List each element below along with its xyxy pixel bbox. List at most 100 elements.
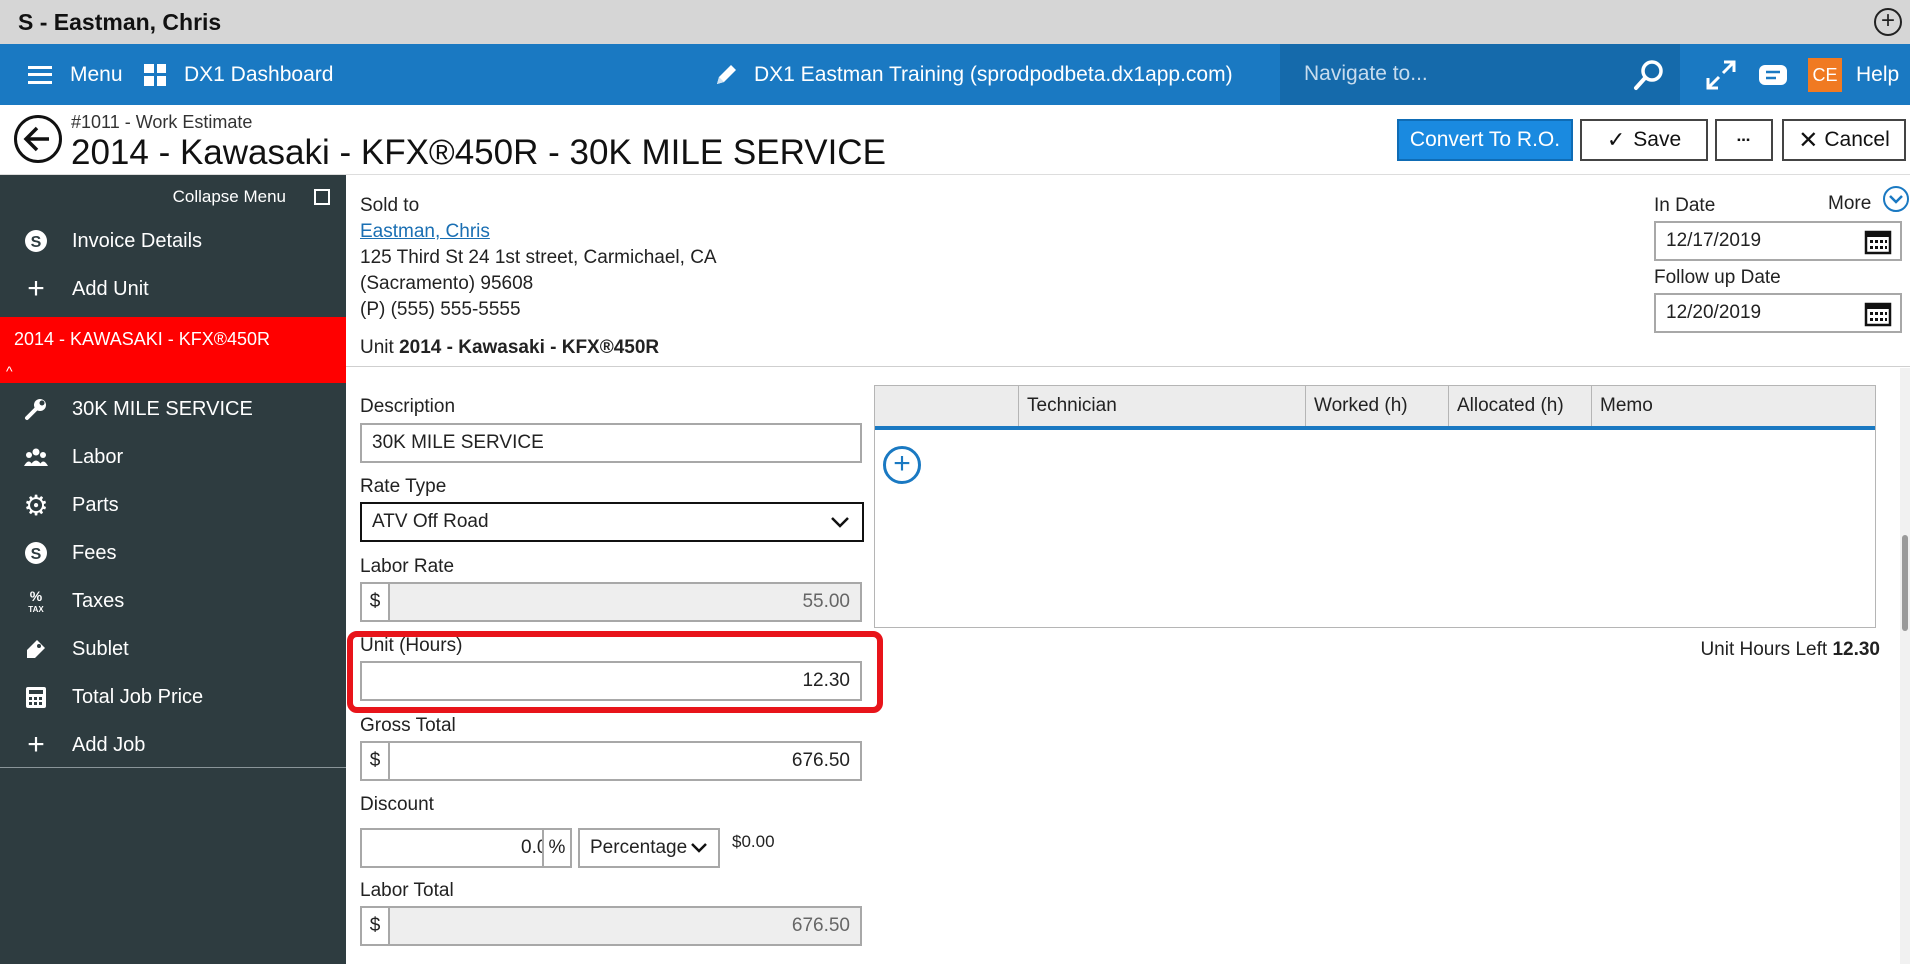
sidebar-item-label: Taxes bbox=[72, 589, 125, 612]
svg-text:S: S bbox=[31, 546, 42, 563]
cancel-label: Cancel bbox=[1824, 128, 1890, 151]
discount-unit: % bbox=[542, 828, 572, 868]
discount-type-value: Percentage bbox=[590, 837, 688, 858]
labor-total-value: 676.50 bbox=[791, 915, 850, 936]
unit-hours-left-value: 12.30 bbox=[1832, 639, 1880, 660]
page-title: 2014 - Kawasaki - KFX®450R - 30K MILE SE… bbox=[71, 133, 886, 172]
in-date-field[interactable]: 12/17/2019 bbox=[1654, 221, 1902, 261]
technician-table: Technician Worked (h) Allocated (h) Memo… bbox=[874, 385, 1876, 628]
hamburger-icon bbox=[28, 65, 52, 84]
follow-up-date-field[interactable]: 12/20/2019 bbox=[1654, 293, 1902, 333]
sidebar-item-label: Invoice Details bbox=[72, 229, 203, 252]
sidebar-item-add-job[interactable]: + Add Job bbox=[0, 721, 346, 769]
unit-summary: Unit 2014 - Kawasaki - KFX®450R bbox=[360, 337, 659, 359]
rate-type-select[interactable]: ATV Off Road bbox=[360, 502, 864, 542]
gear-icon: ⚙ bbox=[23, 489, 49, 521]
column-header-technician[interactable]: Technician bbox=[1018, 386, 1305, 426]
sidebar-item-add-unit[interactable]: + Add Unit bbox=[0, 265, 346, 313]
discount-unit-label: % bbox=[548, 837, 566, 858]
scrollbar-thumb[interactable] bbox=[1902, 535, 1908, 631]
sidebar-item-labor[interactable]: Labor bbox=[0, 433, 346, 481]
sidebar-item-label: Sublet bbox=[72, 637, 129, 660]
add-technician-icon[interactable]: + bbox=[883, 446, 921, 484]
chevron-down-icon[interactable] bbox=[1882, 185, 1910, 213]
add-tab-icon[interactable]: + bbox=[1874, 8, 1902, 36]
convert-to-ro-button[interactable]: Convert To R.O. bbox=[1397, 119, 1573, 161]
sidebar-item-unit[interactable]: 2014 - KAWASAKI - KFX®450R ^ bbox=[0, 317, 346, 383]
user-avatar[interactable]: CE bbox=[1808, 58, 1842, 92]
scrollbar[interactable] bbox=[1900, 368, 1910, 964]
sidebar-divider bbox=[0, 767, 346, 768]
top-navigation: Menu DX1 Dashboard DX1 Eastman Training … bbox=[0, 44, 1910, 105]
labor-rate-label: Labor Rate bbox=[360, 556, 455, 577]
follow-up-date-value: 12/20/2019 bbox=[1666, 302, 1762, 323]
sidebar-item-fees[interactable]: S Fees bbox=[0, 529, 346, 577]
sidebar-item-label: 2014 - KAWASAKI - KFX®450R bbox=[14, 329, 271, 349]
description-input[interactable]: 30K MILE SERVICE bbox=[360, 423, 862, 463]
column-header-allocated[interactable]: Allocated (h) bbox=[1448, 386, 1591, 426]
follow-up-date-label: Follow up Date bbox=[1654, 267, 1781, 288]
window-titlebar: S - Eastman, Chris + bbox=[0, 0, 1910, 44]
close-icon: ✕ bbox=[1798, 126, 1819, 154]
customer-name-link[interactable]: Eastman, Chris bbox=[360, 221, 490, 243]
discount-input[interactable]: 0.00 bbox=[360, 828, 570, 868]
collapse-menu-button[interactable]: Collapse Menu bbox=[0, 175, 346, 219]
cancel-button[interactable]: ✕ Cancel bbox=[1782, 119, 1906, 161]
column-header-select bbox=[875, 386, 1018, 426]
window-title: S - Eastman, Chris bbox=[18, 9, 222, 35]
page-header: #1011 - Work Estimate 2014 - Kawasaki - … bbox=[0, 105, 1910, 175]
customer-address-line2: (Sacramento) 95608 bbox=[360, 273, 534, 294]
unit-prefix: Unit bbox=[360, 337, 394, 358]
column-header-memo[interactable]: Memo bbox=[1591, 386, 1875, 426]
currency-symbol: $ bbox=[362, 584, 390, 620]
calculator-icon bbox=[18, 679, 54, 715]
discount-type-select[interactable]: Percentage bbox=[578, 828, 720, 868]
unit-hours-highlight bbox=[347, 631, 883, 713]
chevron-up-icon[interactable]: ^ bbox=[6, 363, 13, 379]
more-options-button[interactable]: ▪▪▪ bbox=[1715, 119, 1773, 161]
back-button[interactable] bbox=[14, 115, 62, 163]
description-value: 30K MILE SERVICE bbox=[372, 432, 544, 453]
save-button[interactable]: ✓ Save bbox=[1580, 119, 1708, 161]
menu-button[interactable]: Menu bbox=[28, 44, 123, 105]
in-date-label: In Date bbox=[1654, 195, 1716, 216]
more-label: More bbox=[1828, 193, 1872, 214]
navigate-search bbox=[1280, 44, 1680, 105]
labor-rate-field: $ 55.00 bbox=[360, 582, 862, 622]
sidebar-item-taxes[interactable]: % TAX Taxes bbox=[0, 577, 346, 625]
section-divider bbox=[346, 366, 1910, 367]
currency-symbol: $ bbox=[362, 743, 390, 779]
collapse-icon bbox=[314, 189, 330, 205]
sidebar-item-30k-mile-service[interactable]: 30K MILE SERVICE bbox=[0, 385, 346, 433]
rate-type-label: Rate Type bbox=[360, 476, 447, 497]
fullscreen-icon[interactable] bbox=[1704, 58, 1738, 92]
column-header-worked[interactable]: Worked (h) bbox=[1305, 386, 1448, 426]
chat-icon[interactable] bbox=[1756, 58, 1790, 92]
tag-icon bbox=[18, 631, 54, 667]
gross-total-value: 676.50 bbox=[791, 750, 850, 771]
plus-icon: + bbox=[27, 728, 45, 761]
discount-amount: $0.00 bbox=[732, 832, 775, 851]
sidebar-item-sublet[interactable]: Sublet bbox=[0, 625, 346, 673]
more-toggle[interactable]: More bbox=[1828, 193, 1871, 215]
sidebar-item-label: 30K MILE SERVICE bbox=[72, 397, 253, 420]
rate-type-value: ATV Off Road bbox=[372, 511, 489, 532]
sold-to-label: Sold to bbox=[360, 195, 420, 216]
calendar-icon[interactable] bbox=[1864, 301, 1892, 327]
chevron-down-icon bbox=[691, 843, 707, 853]
sidebar-item-parts[interactable]: ⚙ Parts bbox=[0, 481, 346, 529]
gross-total-field[interactable]: $ 676.50 bbox=[360, 741, 862, 781]
navigate-input[interactable] bbox=[1304, 58, 1604, 90]
site-switcher[interactable]: DX1 Eastman Training (sprodpodbeta.dx1ap… bbox=[712, 44, 1233, 105]
search-icon[interactable] bbox=[1632, 58, 1666, 92]
discount-label: Discount bbox=[360, 794, 434, 815]
check-icon: ✓ bbox=[1606, 127, 1626, 152]
menu-label: Menu bbox=[70, 62, 123, 86]
save-label: Save bbox=[1633, 128, 1682, 151]
calendar-icon[interactable] bbox=[1864, 229, 1892, 255]
dashboard-button[interactable]: DX1 Dashboard bbox=[144, 44, 333, 105]
sidebar-item-invoice-details[interactable]: S Invoice Details bbox=[0, 217, 346, 265]
gross-total-label: Gross Total bbox=[360, 715, 456, 736]
help-link[interactable]: Help bbox=[1856, 44, 1899, 105]
sidebar-item-total-job-price[interactable]: Total Job Price bbox=[0, 673, 346, 721]
